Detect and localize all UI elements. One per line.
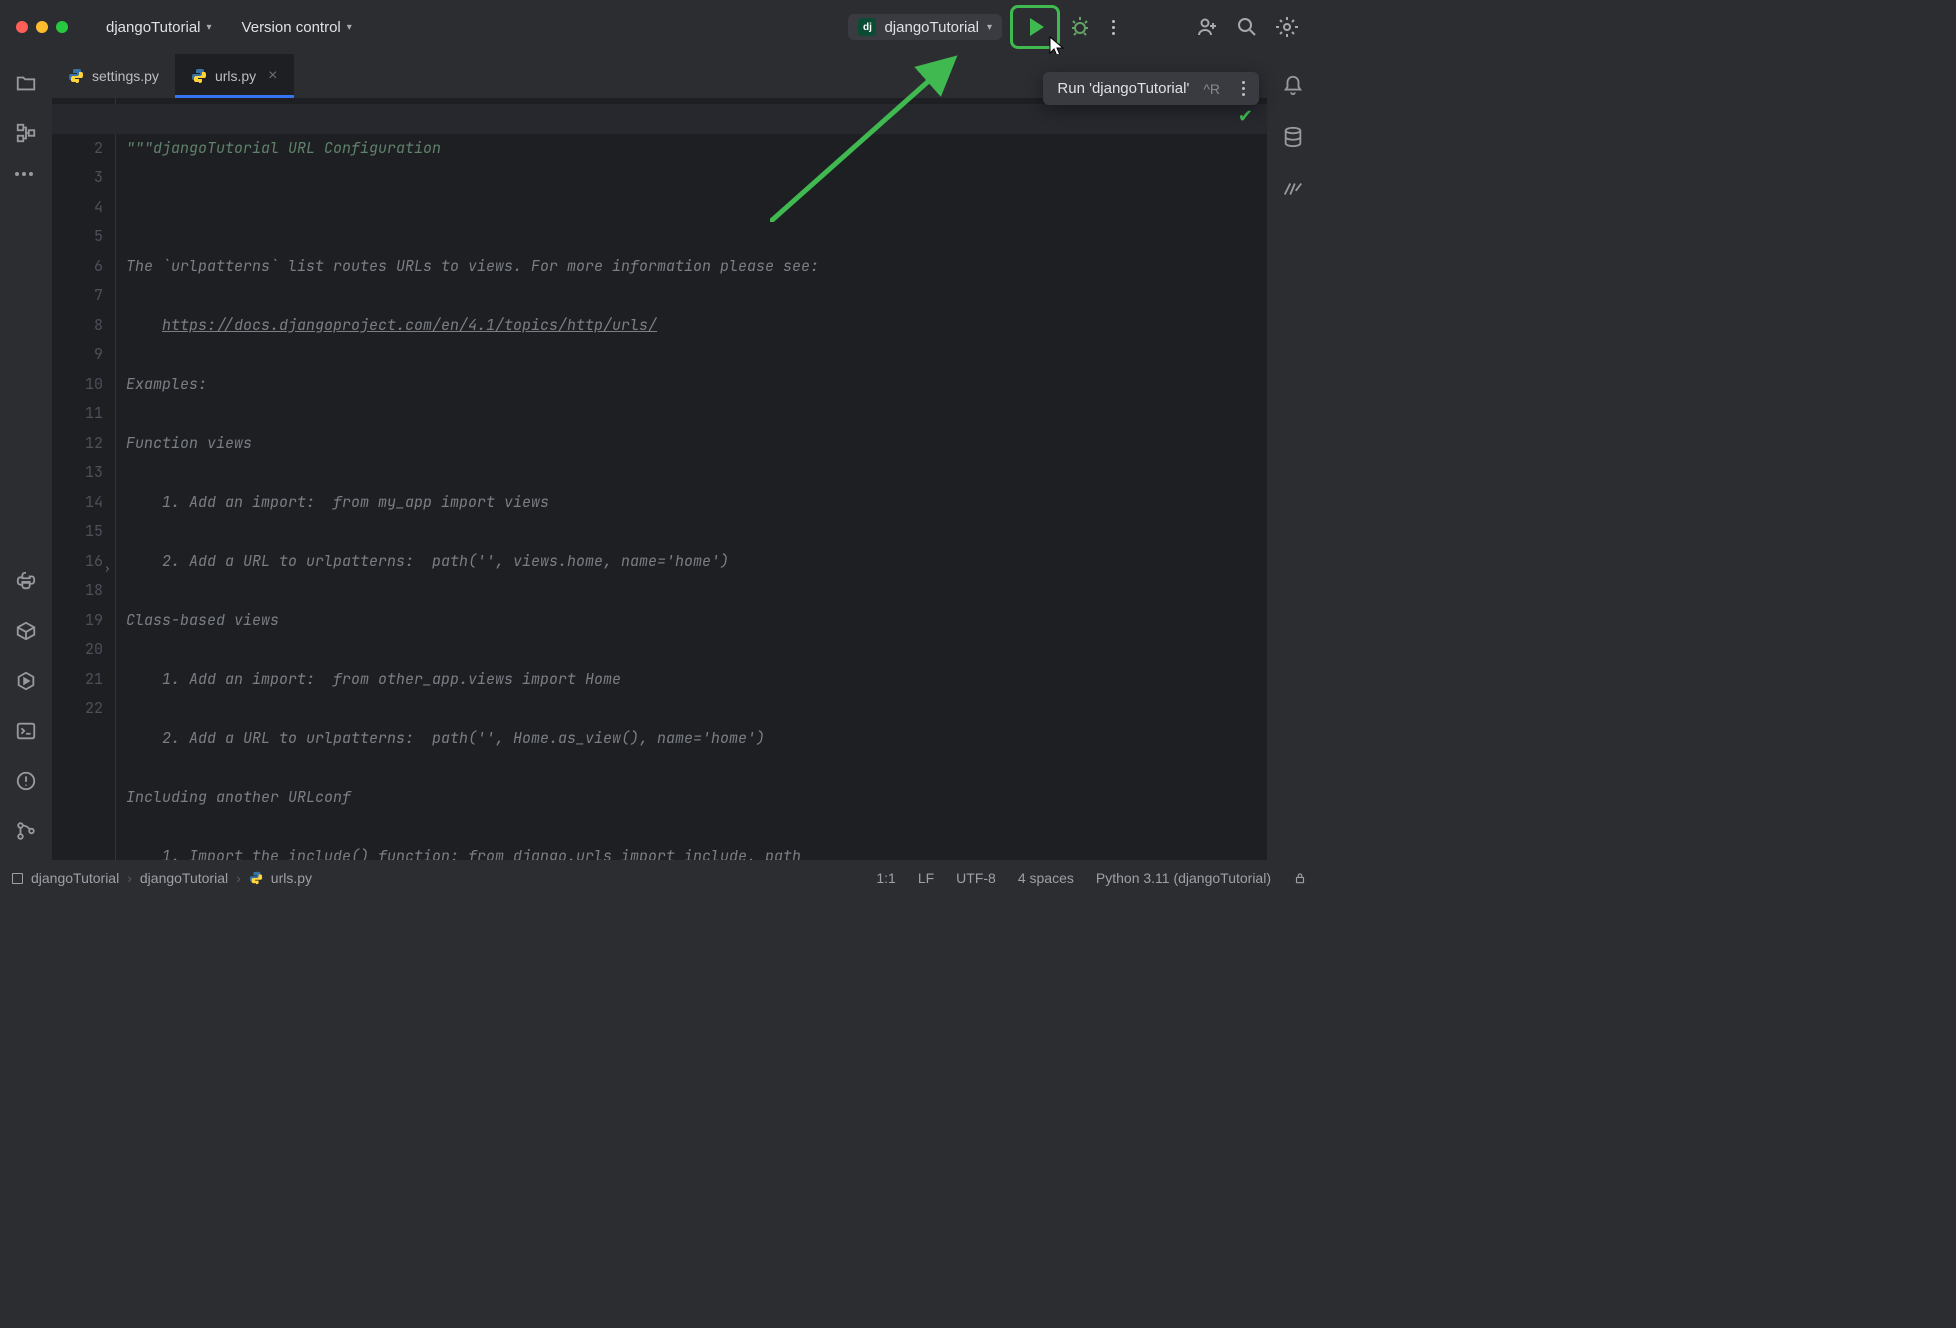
- search-button[interactable]: [1235, 15, 1259, 39]
- breadcrumb-separator-icon: ›: [127, 870, 132, 886]
- code-content[interactable]: """djangoTutorial URL Configuration The …: [116, 98, 1267, 860]
- window-controls: [16, 21, 68, 33]
- tab-settings-py[interactable]: settings.py: [52, 54, 175, 98]
- problems-button[interactable]: [15, 770, 37, 792]
- database-button[interactable]: [1282, 126, 1304, 148]
- tab-label: urls.py: [215, 68, 256, 84]
- git-button[interactable]: [15, 820, 37, 842]
- tooltip-shortcut: ^R: [1203, 81, 1220, 97]
- chevron-down-icon: ▾: [347, 22, 352, 33]
- minimize-window-button[interactable]: [36, 21, 48, 33]
- chevron-down-icon: ▾: [207, 22, 212, 33]
- structure-tool-button[interactable]: [15, 122, 37, 144]
- line-gutter: 123 456 789 101112 131415 16› 181920 212…: [52, 98, 116, 860]
- run-config-name: djangoTutorial: [884, 19, 979, 36]
- run-button[interactable]: [1010, 5, 1060, 49]
- services-button[interactable]: [15, 670, 37, 692]
- python-console-button[interactable]: [15, 570, 37, 592]
- close-tab-button[interactable]: ×: [268, 67, 277, 85]
- vcs-selector[interactable]: Version control ▾: [234, 15, 360, 40]
- python-packages-button[interactable]: [15, 620, 37, 642]
- vcs-label: Version control: [242, 19, 341, 36]
- chevron-down-icon: ▾: [987, 22, 992, 33]
- debug-button[interactable]: [1068, 15, 1092, 39]
- endpoints-button[interactable]: [1282, 178, 1304, 200]
- tab-label: settings.py: [92, 68, 159, 84]
- python-file-icon: [68, 68, 84, 84]
- more-actions-button[interactable]: [1112, 20, 1115, 35]
- left-toolbar: [0, 54, 52, 860]
- project-selector[interactable]: djangoTutorial ▾: [98, 15, 220, 40]
- cursor-position[interactable]: 1:1: [876, 870, 895, 886]
- project-name: djangoTutorial: [106, 19, 201, 36]
- tooltip-text: Run 'djangoTutorial': [1057, 80, 1189, 97]
- breadcrumb-item[interactable]: urls.py: [271, 870, 312, 886]
- terminal-button[interactable]: [15, 720, 37, 742]
- status-bar: djangoTutorial › djangoTutorial › urls.p…: [0, 860, 1319, 896]
- python-file-icon: [191, 68, 207, 84]
- file-encoding[interactable]: UTF-8: [956, 870, 996, 886]
- line-separator[interactable]: LF: [918, 870, 934, 886]
- more-tools-button[interactable]: [15, 172, 37, 178]
- code-editor[interactable]: 123 456 789 101112 131415 16› 181920 212…: [52, 98, 1267, 860]
- python-file-icon: [249, 871, 263, 885]
- tab-urls-py[interactable]: urls.py ×: [175, 54, 294, 98]
- interpreter[interactable]: Python 3.11 (djangoTutorial): [1096, 870, 1271, 886]
- editor-area: settings.py urls.py × 123 456 789 101112…: [52, 54, 1267, 860]
- right-toolbar: [1267, 54, 1319, 860]
- breadcrumb-item[interactable]: djangoTutorial: [140, 870, 228, 886]
- run-configuration-selector[interactable]: dj djangoTutorial ▾: [848, 14, 1002, 40]
- breadcrumb-item[interactable]: djangoTutorial: [31, 870, 119, 886]
- readonly-toggle-icon[interactable]: [1293, 871, 1307, 885]
- notifications-button[interactable]: [1282, 74, 1304, 96]
- close-window-button[interactable]: [16, 21, 28, 33]
- breadcrumbs[interactable]: djangoTutorial › djangoTutorial › urls.p…: [12, 870, 312, 886]
- breadcrumb-separator-icon: ›: [236, 870, 241, 886]
- code-with-me-button[interactable]: [1195, 15, 1219, 39]
- doc-link[interactable]: https://docs.djangoproject.com/en/4.1/to…: [162, 315, 657, 335]
- indent-setting[interactable]: 4 spaces: [1018, 870, 1074, 886]
- module-icon: [12, 873, 23, 884]
- fold-toggle-icon[interactable]: ›: [104, 555, 111, 585]
- django-icon: dj: [858, 18, 876, 36]
- settings-button[interactable]: [1275, 15, 1299, 39]
- inspections-ok-icon[interactable]: ✔: [1238, 106, 1253, 127]
- play-icon: [1030, 18, 1044, 36]
- titlebar: djangoTutorial ▾ Version control ▾ dj dj…: [0, 0, 1319, 54]
- run-tooltip: Run 'djangoTutorial' ^R: [1043, 72, 1259, 105]
- project-tool-button[interactable]: [15, 72, 37, 94]
- maximize-window-button[interactable]: [56, 21, 68, 33]
- tooltip-more-button[interactable]: [1242, 81, 1245, 96]
